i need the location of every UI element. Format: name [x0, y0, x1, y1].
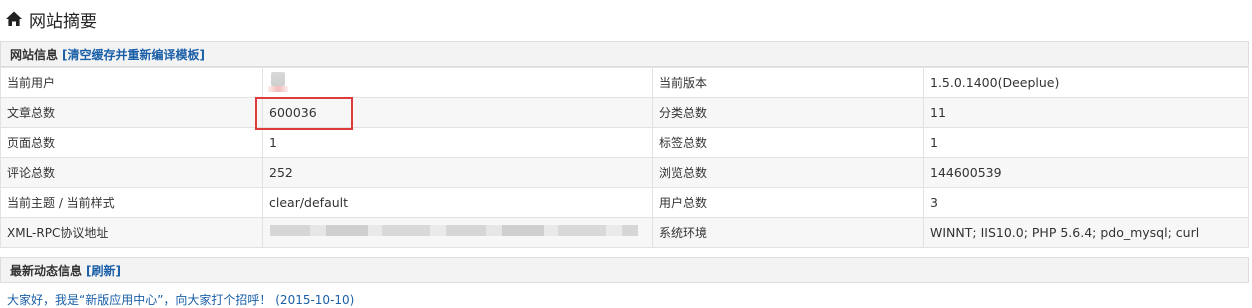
info-label: XML-RPC协议地址 — [0, 217, 263, 248]
info-value: WINNT; IIS10.0; PHP 5.6.4; pdo_mysql; cu… — [923, 217, 1249, 248]
site-info-title: 网站信息 — [10, 47, 59, 62]
refresh-link[interactable]: [刷新] — [86, 262, 121, 279]
info-value: clear/default — [262, 187, 653, 218]
home-icon — [5, 10, 23, 28]
info-value — [262, 67, 653, 98]
info-label: 标签总数 — [652, 127, 924, 158]
info-label: 评论总数 — [0, 157, 263, 188]
info-value: 3 — [923, 187, 1249, 218]
avatar-redaction — [268, 86, 288, 92]
info-label: 用户总数 — [652, 187, 924, 218]
info-label: 当前版本 — [652, 67, 924, 98]
news-item[interactable]: 大家好，我是“新版应用中心”，向大家打个招呼！ (2015-10-10) — [7, 291, 354, 308]
info-value: 252 — [262, 157, 653, 188]
dynamic-info-header: 最新动态信息 [刷新] — [0, 257, 1249, 283]
table-row: 页面总数 1 标签总数 1 — [0, 127, 1249, 158]
avatar — [271, 72, 285, 86]
info-label: 当前主题 / 当前样式 — [0, 187, 263, 218]
clear-cache-link[interactable]: [清空缓存并重新编译模板] — [62, 46, 205, 63]
table-row: 当前用户 当前版本 1.5.0.1400(Deeplue) — [0, 67, 1249, 98]
site-info-header: 网站信息 [清空缓存并重新编译模板] — [0, 41, 1249, 67]
table-row: 评论总数 252 浏览总数 144600539 — [0, 157, 1249, 188]
xmlrpc-url-redacted — [270, 225, 638, 236]
info-label: 系统环境 — [652, 217, 924, 248]
info-label: 页面总数 — [0, 127, 263, 158]
info-value: 11 — [923, 97, 1249, 128]
info-label: 文章总数 — [0, 97, 263, 128]
info-label: 浏览总数 — [652, 157, 924, 188]
info-label: 当前用户 — [0, 67, 263, 98]
info-value: 1 — [262, 127, 653, 158]
dynamic-info-title: 最新动态信息 — [10, 263, 83, 278]
info-value: 1.5.0.1400(Deeplue) — [923, 67, 1249, 98]
info-value: 600036 — [262, 97, 653, 128]
page-title: 网站摘要 — [29, 11, 97, 32]
info-value: 144600539 — [923, 157, 1249, 188]
info-label: 分类总数 — [652, 97, 924, 128]
table-row: 当前主题 / 当前样式 clear/default 用户总数 3 — [0, 187, 1249, 218]
site-info-table: 当前用户 当前版本 1.5.0.1400(Deeplue) 文章总数 600036 分类总… — [0, 67, 1249, 248]
info-value: 1 — [923, 127, 1249, 158]
table-row: 文章总数 600036 分类总数 11 — [0, 97, 1249, 128]
page-header: 网站摘要 — [0, 0, 1252, 38]
